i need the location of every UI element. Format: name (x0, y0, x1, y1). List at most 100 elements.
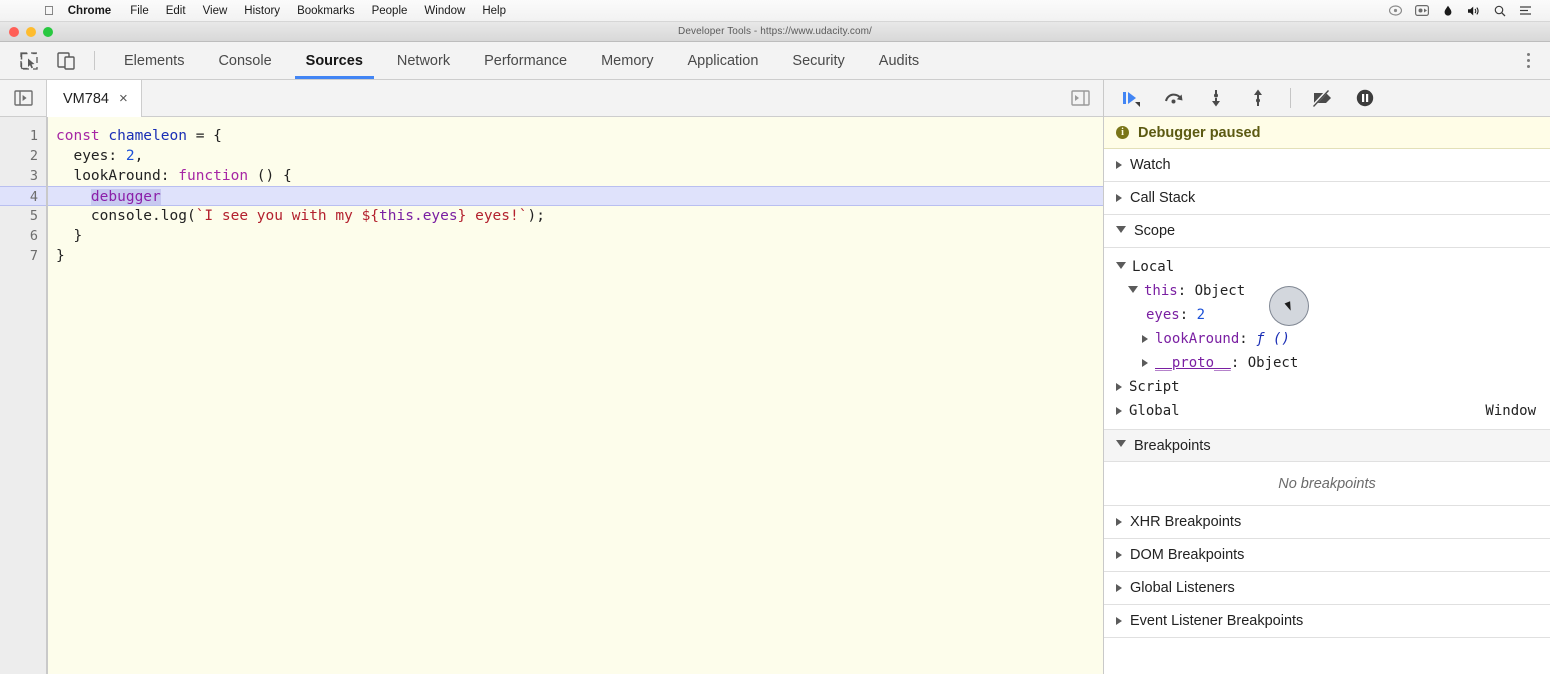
line-number[interactable]: 6 (0, 226, 46, 246)
token-keyword: const (56, 128, 100, 144)
menu-item-bookmarks[interactable]: Bookmarks (297, 5, 355, 17)
section-event-listener-breakpoints[interactable]: Event Listener Breakpoints (1104, 605, 1550, 638)
menu-item-chrome[interactable]: Chrome (68, 5, 111, 17)
tab-network[interactable]: Network (380, 42, 467, 79)
scope-property-value[interactable]: ƒ () (1256, 327, 1290, 351)
menu-item-edit[interactable]: Edit (166, 5, 186, 17)
screen-record-icon[interactable] (1415, 5, 1429, 16)
step-out-button[interactable] (1244, 85, 1272, 111)
tab-label: Elements (124, 52, 185, 69)
scope-row-eyes[interactable]: eyes: 2 (1104, 303, 1550, 327)
code-line-3[interactable]: lookAround: function () { (48, 166, 1103, 186)
scope-row-proto[interactable]: __proto__: Object (1104, 351, 1550, 375)
tab-audits[interactable]: Audits (862, 42, 936, 79)
search-icon[interactable] (1494, 5, 1506, 17)
resume-script-execution-button[interactable] (1118, 85, 1146, 111)
tab-security[interactable]: Security (775, 42, 861, 79)
section-xhr-breakpoints[interactable]: XHR Breakpoints (1104, 506, 1550, 539)
deactivate-breakpoints-button[interactable] (1309, 85, 1337, 111)
line-number[interactable]: 2 (0, 146, 46, 166)
section-watch[interactable]: Watch (1104, 149, 1550, 182)
scope-row-this[interactable]: this: Object (1104, 279, 1550, 303)
tab-memory[interactable]: Memory (584, 42, 670, 79)
minimize-window-button[interactable] (26, 26, 36, 37)
step-over-button[interactable] (1160, 85, 1188, 111)
line-number[interactable]: 7 (0, 246, 46, 266)
scope-property-value[interactable]: 2 (1197, 303, 1205, 327)
token-object: console (56, 208, 153, 224)
toolbar-divider (94, 51, 95, 70)
step-into-button[interactable] (1202, 85, 1230, 111)
show-navigator-icon[interactable] (0, 80, 46, 116)
maximize-window-button[interactable] (43, 26, 53, 37)
debugger-paused-banner: i Debugger paused (1104, 117, 1550, 149)
info-icon: i (1116, 126, 1129, 139)
section-call-stack[interactable]: Call Stack (1104, 182, 1550, 215)
token-property: eyes (56, 148, 109, 164)
tab-label: Network (396, 52, 451, 69)
scope-colon: : (1179, 307, 1197, 323)
line-number[interactable]: 1 (0, 126, 46, 146)
code-editor[interactable]: 1 2 3 4 5 6 7 const chameleon = { eyes: … (0, 117, 1103, 674)
code-line-7[interactable]: } (48, 246, 1103, 266)
screen-share-icon[interactable] (1389, 5, 1402, 16)
code-line-1[interactable]: const chameleon = { (48, 126, 1103, 146)
token-punct: } (56, 248, 65, 264)
debugger-toolbar (1104, 80, 1550, 117)
scope-label: Global (1129, 403, 1180, 419)
token-template-string: `I see you with my (195, 208, 362, 224)
menu-item-history[interactable]: History (244, 5, 280, 17)
debugger-toolbar-divider (1290, 88, 1291, 108)
line-number[interactable]: 5 (0, 206, 46, 226)
scope-row-script[interactable]: Script (1104, 375, 1550, 399)
inspect-element-icon[interactable] (10, 42, 48, 79)
dropbox-icon[interactable] (1442, 5, 1454, 17)
control-center-icon[interactable] (1519, 5, 1532, 16)
menu-item-people[interactable]: People (372, 5, 408, 17)
section-label: Watch (1130, 157, 1171, 173)
close-icon[interactable]: × (119, 91, 128, 106)
kebab-menu-icon[interactable] (1506, 42, 1550, 79)
line-number[interactable]: 3 (0, 166, 46, 186)
section-breakpoints[interactable]: Breakpoints (1104, 429, 1550, 462)
line-number-active[interactable]: 4 (0, 186, 46, 206)
section-dom-breakpoints[interactable]: DOM Breakpoints (1104, 539, 1550, 572)
menu-item-file[interactable]: File (130, 5, 149, 17)
menu-item-help[interactable]: Help (482, 5, 506, 17)
section-label: Breakpoints (1134, 437, 1211, 454)
section-scope[interactable]: Scope (1104, 215, 1550, 248)
menu-item-window[interactable]: Window (424, 5, 465, 17)
tab-elements[interactable]: Elements (107, 42, 201, 79)
toggle-device-toolbar-icon[interactable] (48, 42, 86, 79)
scope-property-value[interactable]: Object (1195, 279, 1246, 303)
show-debugger-icon[interactable] (1057, 80, 1103, 116)
code-line-5[interactable]: console.log(`I see you with my ${this.ey… (48, 206, 1103, 226)
editor-file-tab[interactable]: VM784 × (46, 80, 142, 117)
tab-label: Console (218, 52, 272, 69)
scope-row-lookaround[interactable]: lookAround: ƒ () (1104, 327, 1550, 351)
scope-global-value: Window (1485, 403, 1536, 419)
apple-logo-icon[interactable]:  (44, 4, 54, 17)
pause-on-exceptions-button[interactable] (1351, 85, 1379, 111)
volume-icon[interactable] (1467, 5, 1481, 17)
scope-row-global[interactable]: Global Window (1104, 399, 1550, 423)
section-global-listeners[interactable]: Global Listeners (1104, 572, 1550, 605)
close-window-button[interactable] (9, 26, 19, 37)
tab-sources[interactable]: Sources (289, 42, 380, 79)
tab-console[interactable]: Console (201, 42, 288, 79)
code-line-4-active[interactable]: debugger (48, 186, 1103, 206)
line-number-gutter[interactable]: 1 2 3 4 5 6 7 (0, 117, 48, 674)
menu-item-view[interactable]: View (203, 5, 228, 17)
token-keyword: function (178, 168, 249, 184)
scope-property-name: __proto__ (1155, 355, 1231, 371)
code-line-6[interactable]: } (48, 226, 1103, 246)
scope-property-value[interactable]: Object (1248, 351, 1299, 375)
code-line-2[interactable]: eyes: 2, (48, 146, 1103, 166)
chevron-right-icon (1116, 551, 1122, 559)
tab-application[interactable]: Application (670, 42, 775, 79)
breakpoints-empty-text: No breakpoints (1104, 462, 1550, 506)
scope-row-local[interactable]: Local (1104, 255, 1550, 279)
tab-performance[interactable]: Performance (467, 42, 584, 79)
code-content[interactable]: const chameleon = { eyes: 2, lookAround:… (48, 117, 1103, 674)
token-punct: } (56, 228, 83, 244)
